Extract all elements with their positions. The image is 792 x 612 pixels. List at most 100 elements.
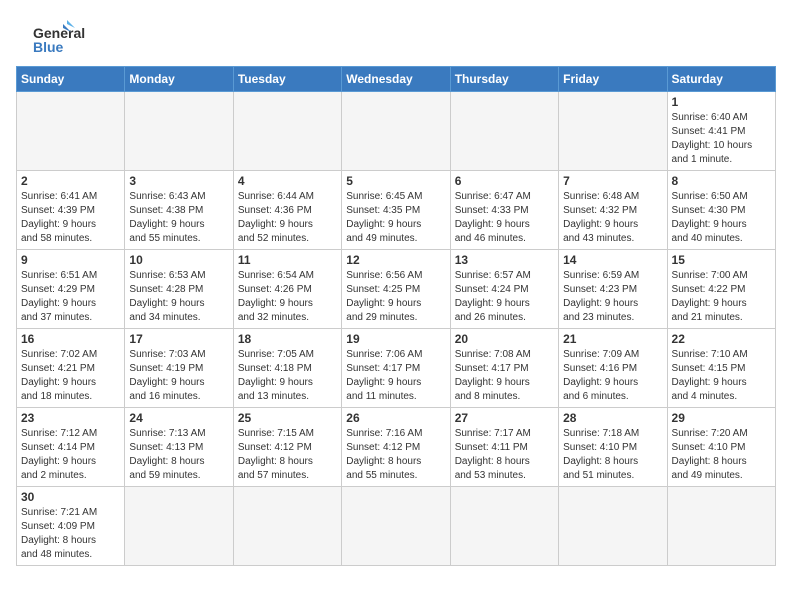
day-info: Sunrise: 7:20 AM Sunset: 4:10 PM Dayligh… bbox=[672, 427, 771, 483]
day-cell: 25 Sunrise: 7:15 AM Sunset: 4:12 PM Dayli… bbox=[233, 408, 341, 487]
day-number: 12 bbox=[346, 253, 445, 267]
svg-text:Blue: Blue bbox=[33, 39, 64, 55]
day-info: Sunrise: 6:47 AM Sunset: 4:33 PM Dayligh… bbox=[455, 190, 554, 246]
day-cell: 26 Sunrise: 7:16 AM Sunset: 4:12 PM Dayli… bbox=[342, 408, 450, 487]
day-number: 9 bbox=[21, 253, 120, 267]
day-number: 26 bbox=[346, 411, 445, 425]
day-number: 2 bbox=[21, 174, 120, 188]
day-cell bbox=[125, 487, 233, 566]
day-number: 8 bbox=[672, 174, 771, 188]
day-cell bbox=[125, 92, 233, 171]
day-info: Sunrise: 7:05 AM Sunset: 4:18 PM Dayligh… bbox=[238, 348, 337, 404]
weekday-header-row: SundayMondayTuesdayWednesdayThursdayFrid… bbox=[17, 67, 776, 92]
day-number: 13 bbox=[455, 253, 554, 267]
day-cell bbox=[342, 487, 450, 566]
calendar-table: SundayMondayTuesdayWednesdayThursdayFrid… bbox=[16, 66, 776, 566]
week-row-3: 9 Sunrise: 6:51 AM Sunset: 4:29 PM Daylig… bbox=[17, 250, 776, 329]
day-cell: 14 Sunrise: 6:59 AM Sunset: 4:23 PM Dayli… bbox=[559, 250, 667, 329]
page-header: General Blue bbox=[16, 16, 776, 56]
day-cell: 6 Sunrise: 6:47 AM Sunset: 4:33 PM Daylig… bbox=[450, 171, 558, 250]
day-cell: 22Sunrise: 7:10 AM Sunset: 4:15 PM Dayli… bbox=[667, 329, 775, 408]
day-cell: 19Sunrise: 7:06 AM Sunset: 4:17 PM Dayli… bbox=[342, 329, 450, 408]
day-info: Sunrise: 6:45 AM Sunset: 4:35 PM Dayligh… bbox=[346, 190, 445, 246]
day-info: Sunrise: 7:17 AM Sunset: 4:11 PM Dayligh… bbox=[455, 427, 554, 483]
day-info: Sunrise: 7:00 AM Sunset: 4:22 PM Dayligh… bbox=[672, 269, 771, 325]
day-number: 23 bbox=[21, 411, 120, 425]
day-number: 17 bbox=[129, 332, 228, 346]
day-number: 18 bbox=[238, 332, 337, 346]
day-cell bbox=[342, 92, 450, 171]
day-cell: 5Sunrise: 6:45 AM Sunset: 4:35 PM Daylig… bbox=[342, 171, 450, 250]
day-cell: 21 Sunrise: 7:09 AM Sunset: 4:16 PM Dayli… bbox=[559, 329, 667, 408]
day-cell bbox=[233, 92, 341, 171]
day-cell bbox=[559, 487, 667, 566]
weekday-thursday: Thursday bbox=[450, 67, 558, 92]
day-number: 24 bbox=[129, 411, 228, 425]
day-number: 16 bbox=[21, 332, 120, 346]
day-number: 15 bbox=[672, 253, 771, 267]
day-cell: 23Sunrise: 7:12 AM Sunset: 4:14 PM Dayli… bbox=[17, 408, 125, 487]
day-number: 20 bbox=[455, 332, 554, 346]
weekday-sunday: Sunday bbox=[17, 67, 125, 92]
day-cell: 13 Sunrise: 6:57 AM Sunset: 4:24 PM Dayli… bbox=[450, 250, 558, 329]
day-number: 19 bbox=[346, 332, 445, 346]
day-cell bbox=[667, 487, 775, 566]
day-info: Sunrise: 6:48 AM Sunset: 4:32 PM Dayligh… bbox=[563, 190, 662, 246]
day-cell bbox=[450, 92, 558, 171]
day-number: 11 bbox=[238, 253, 337, 267]
day-cell: 30Sunrise: 7:21 AM Sunset: 4:09 PM Dayli… bbox=[17, 487, 125, 566]
day-number: 4 bbox=[238, 174, 337, 188]
day-cell: 4Sunrise: 6:44 AM Sunset: 4:36 PM Daylig… bbox=[233, 171, 341, 250]
day-info: Sunrise: 6:57 AM Sunset: 4:24 PM Dayligh… bbox=[455, 269, 554, 325]
day-number: 29 bbox=[672, 411, 771, 425]
day-info: Sunrise: 6:54 AM Sunset: 4:26 PM Dayligh… bbox=[238, 269, 337, 325]
day-number: 1 bbox=[672, 95, 771, 109]
day-cell: 10 Sunrise: 6:53 AM Sunset: 4:28 PM Dayli… bbox=[125, 250, 233, 329]
week-row-1: 1 Sunrise: 6:40 AM Sunset: 4:41 PM Daylig… bbox=[17, 92, 776, 171]
day-cell: 15 Sunrise: 7:00 AM Sunset: 4:22 PM Dayli… bbox=[667, 250, 775, 329]
day-info: Sunrise: 7:13 AM Sunset: 4:13 PM Dayligh… bbox=[129, 427, 228, 483]
day-info: Sunrise: 6:51 AM Sunset: 4:29 PM Dayligh… bbox=[21, 269, 120, 325]
logo: General Blue bbox=[16, 16, 90, 56]
day-info: Sunrise: 6:56 AM Sunset: 4:25 PM Dayligh… bbox=[346, 269, 445, 325]
day-cell: 3Sunrise: 6:43 AM Sunset: 4:38 PM Daylig… bbox=[125, 171, 233, 250]
day-cell: 27 Sunrise: 7:17 AM Sunset: 4:11 PM Dayli… bbox=[450, 408, 558, 487]
day-cell: 17 Sunrise: 7:03 AM Sunset: 4:19 PM Dayli… bbox=[125, 329, 233, 408]
day-info: Sunrise: 6:53 AM Sunset: 4:28 PM Dayligh… bbox=[129, 269, 228, 325]
day-number: 14 bbox=[563, 253, 662, 267]
day-cell bbox=[17, 92, 125, 171]
day-number: 10 bbox=[129, 253, 228, 267]
day-info: Sunrise: 7:16 AM Sunset: 4:12 PM Dayligh… bbox=[346, 427, 445, 483]
day-cell: 24 Sunrise: 7:13 AM Sunset: 4:13 PM Dayli… bbox=[125, 408, 233, 487]
weekday-wednesday: Wednesday bbox=[342, 67, 450, 92]
day-cell: 28Sunrise: 7:18 AM Sunset: 4:10 PM Dayli… bbox=[559, 408, 667, 487]
day-cell: 8 Sunrise: 6:50 AM Sunset: 4:30 PM Daylig… bbox=[667, 171, 775, 250]
day-cell: 29 Sunrise: 7:20 AM Sunset: 4:10 PM Dayli… bbox=[667, 408, 775, 487]
day-cell: 11 Sunrise: 6:54 AM Sunset: 4:26 PM Dayli… bbox=[233, 250, 341, 329]
day-number: 7 bbox=[563, 174, 662, 188]
week-row-6: 30Sunrise: 7:21 AM Sunset: 4:09 PM Dayli… bbox=[17, 487, 776, 566]
day-number: 30 bbox=[21, 490, 120, 504]
day-info: Sunrise: 7:09 AM Sunset: 4:16 PM Dayligh… bbox=[563, 348, 662, 404]
day-number: 22 bbox=[672, 332, 771, 346]
day-number: 28 bbox=[563, 411, 662, 425]
day-info: Sunrise: 6:40 AM Sunset: 4:41 PM Dayligh… bbox=[672, 111, 771, 167]
weekday-monday: Monday bbox=[125, 67, 233, 92]
day-cell: 18 Sunrise: 7:05 AM Sunset: 4:18 PM Dayli… bbox=[233, 329, 341, 408]
day-info: Sunrise: 7:02 AM Sunset: 4:21 PM Dayligh… bbox=[21, 348, 120, 404]
week-row-5: 23Sunrise: 7:12 AM Sunset: 4:14 PM Dayli… bbox=[17, 408, 776, 487]
day-cell bbox=[233, 487, 341, 566]
day-info: Sunrise: 6:59 AM Sunset: 4:23 PM Dayligh… bbox=[563, 269, 662, 325]
day-cell: 16 Sunrise: 7:02 AM Sunset: 4:21 PM Dayli… bbox=[17, 329, 125, 408]
day-info: Sunrise: 7:03 AM Sunset: 4:19 PM Dayligh… bbox=[129, 348, 228, 404]
day-number: 6 bbox=[455, 174, 554, 188]
day-info: Sunrise: 6:43 AM Sunset: 4:38 PM Dayligh… bbox=[129, 190, 228, 246]
logo-icon: General Blue bbox=[16, 16, 86, 56]
weekday-tuesday: Tuesday bbox=[233, 67, 341, 92]
day-number: 25 bbox=[238, 411, 337, 425]
day-info: Sunrise: 6:50 AM Sunset: 4:30 PM Dayligh… bbox=[672, 190, 771, 246]
day-number: 27 bbox=[455, 411, 554, 425]
day-cell: 1 Sunrise: 6:40 AM Sunset: 4:41 PM Daylig… bbox=[667, 92, 775, 171]
day-number: 21 bbox=[563, 332, 662, 346]
day-info: Sunrise: 7:15 AM Sunset: 4:12 PM Dayligh… bbox=[238, 427, 337, 483]
